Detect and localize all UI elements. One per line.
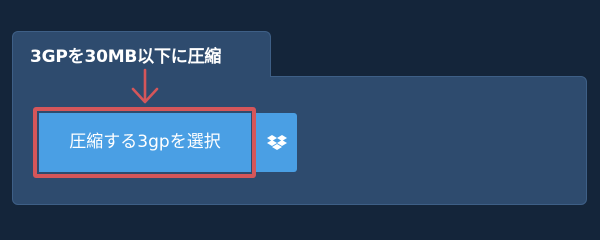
dropbox-icon	[266, 134, 287, 150]
select-3gp-file-button[interactable]: 圧縮する3gpを選択	[39, 113, 251, 172]
dropbox-button[interactable]	[256, 113, 297, 172]
down-arrow-icon	[131, 68, 159, 104]
panel-tab-title: 3GPを30MB以下に圧縮	[30, 47, 222, 67]
